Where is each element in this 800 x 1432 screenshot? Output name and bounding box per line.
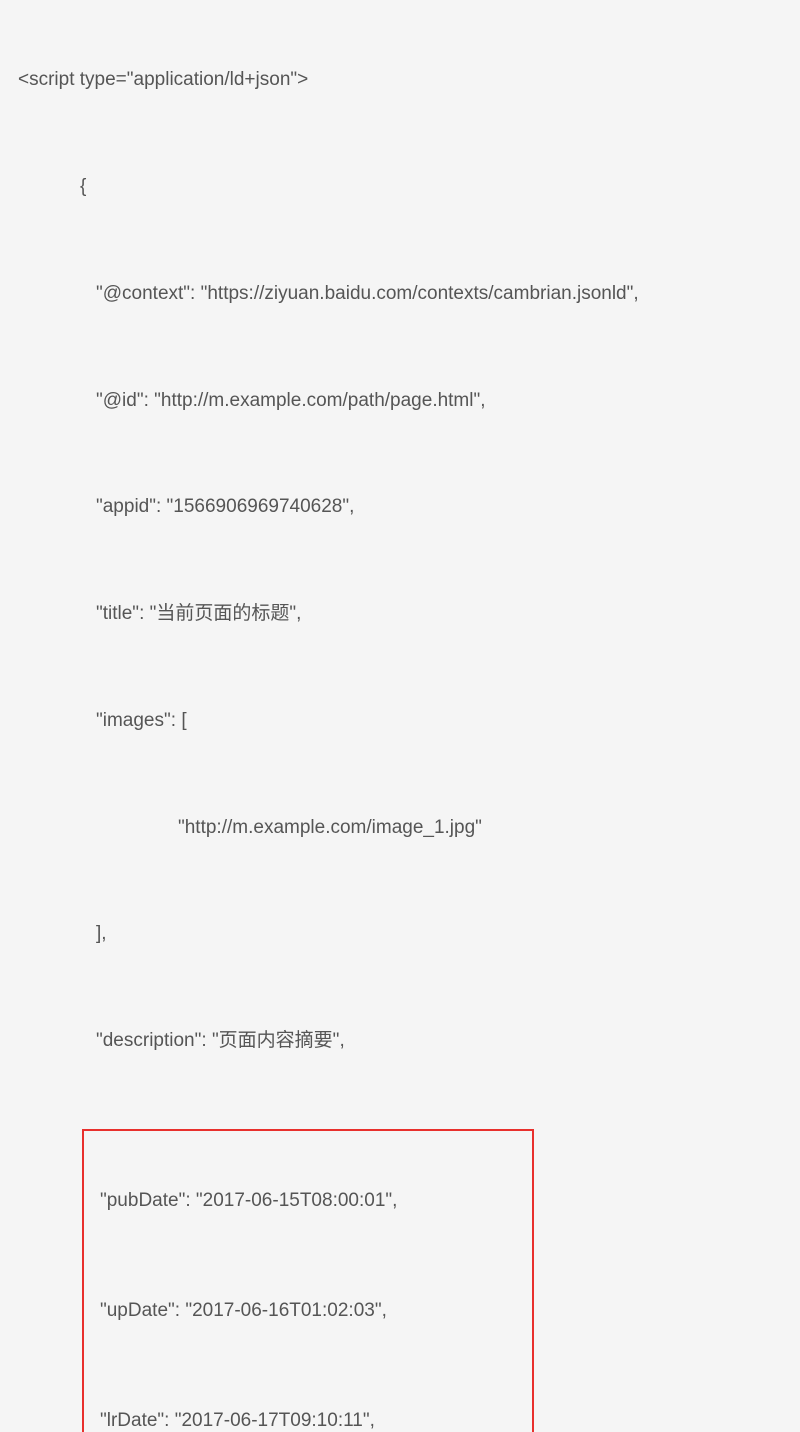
lrdate-line: "lrDate": "2017-06-17T09:10:11", bbox=[92, 1408, 524, 1432]
images-open-line: "images": [ bbox=[18, 708, 782, 735]
appid-line: "appid": "1566906969740628", bbox=[18, 494, 782, 521]
image-item-line: "http://m.example.com/image_1.jpg" bbox=[18, 815, 782, 842]
highlight-box: "pubDate": "2017-06-15T08:00:01", "upDat… bbox=[82, 1129, 534, 1432]
update-line: "upDate": "2017-06-16T01:02:03", bbox=[92, 1298, 524, 1325]
pubdate-line: "pubDate": "2017-06-15T08:00:01", bbox=[92, 1188, 524, 1215]
context-line: "@context": "https://ziyuan.baidu.com/co… bbox=[18, 281, 782, 308]
description-line: "description": "页面内容摘要", bbox=[18, 1028, 782, 1055]
script-tag-line: <script type="application/ld+json"> bbox=[18, 67, 782, 94]
id-line: "@id": "http://m.example.com/path/page.h… bbox=[18, 388, 782, 415]
title-line: "title": "当前页面的标题", bbox=[18, 601, 782, 628]
images-close-line: ], bbox=[18, 921, 782, 948]
brace-open: { bbox=[18, 174, 782, 201]
code-block: <script type="application/ld+json"> { "@… bbox=[18, 14, 782, 1432]
